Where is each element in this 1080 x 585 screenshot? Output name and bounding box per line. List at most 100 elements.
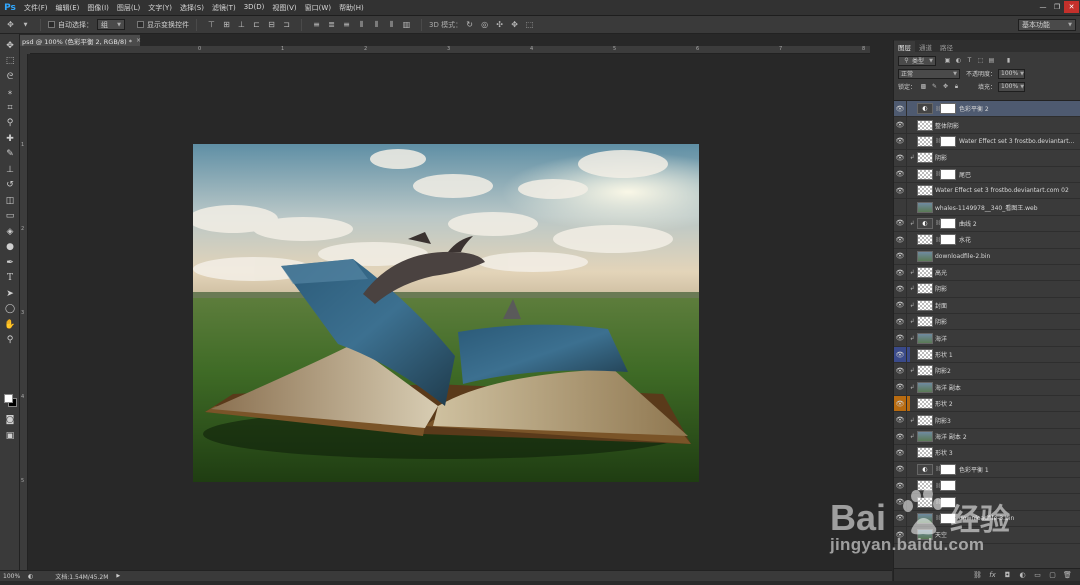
add-mask-icon[interactable]: ◘: [1002, 570, 1013, 581]
distribute-top-icon[interactable]: ≡: [311, 19, 322, 30]
visibility-eye-icon[interactable]: 👁︎: [894, 281, 907, 297]
maximize-button[interactable]: ❐: [1050, 1, 1064, 13]
layer-thumbnail[interactable]: [917, 349, 933, 361]
gradient-tool-icon[interactable]: ▭: [0, 209, 20, 225]
vertical-ruler[interactable]: 1 2 3 4 5: [20, 54, 28, 570]
eyedropper-tool-icon[interactable]: ⚲: [0, 116, 20, 132]
document-tab-close[interactable]: ×: [136, 37, 141, 44]
layer-thumbnail[interactable]: [917, 496, 933, 508]
layer-row[interactable]: 👁︎ Water Effect set 3 frostbo.deviantart.…: [894, 182, 1080, 200]
visibility-eye-icon[interactable]: 👁︎: [894, 182, 907, 199]
layer-name[interactable]: 阴影: [935, 284, 947, 293]
canvas-artwork[interactable]: [193, 144, 699, 482]
layer-name[interactable]: downloadfile-2.bin: [935, 253, 990, 260]
layer-row[interactable]: 👁︎ ⛓: [894, 477, 1080, 495]
move-tool-preset[interactable]: ✥ ▼: [0, 16, 36, 34]
auto-select-checkbox[interactable]: [48, 21, 55, 28]
layer-thumbnail[interactable]: [917, 447, 933, 459]
visibility-eye-icon[interactable]: 👁︎: [894, 330, 907, 347]
layer-row[interactable]: 👁︎ ⛓: [894, 494, 1080, 511]
zoom-level[interactable]: 100%: [0, 573, 28, 580]
layer-name[interactable]: 水花: [959, 235, 971, 244]
show-transform-checkbox[interactable]: [137, 21, 144, 28]
layer-mask-thumbnail[interactable]: [940, 217, 956, 229]
marquee-tool-icon[interactable]: ⬚: [0, 54, 20, 70]
align-bottom-icon[interactable]: ⊥: [236, 19, 247, 30]
layer-thumbnail[interactable]: [917, 431, 933, 442]
visibility-eye-icon[interactable]: 👁︎: [894, 477, 907, 494]
lock-position-icon[interactable]: ✥: [942, 83, 949, 90]
menu-item-8[interactable]: 视图(V): [268, 3, 300, 13]
layer-style-icon[interactable]: fx: [987, 570, 998, 581]
layer-row[interactable]: 👁︎ ↲ ◐ ⛓ 曲线 2: [894, 215, 1080, 233]
layer-mask-thumbnail[interactable]: [940, 135, 956, 147]
layer-name[interactable]: 阴影2: [935, 366, 951, 375]
ruler-origin[interactable]: [20, 46, 30, 54]
shape-tool-icon[interactable]: ◯: [0, 302, 20, 318]
layer-name[interactable]: 形状 2: [935, 399, 953, 408]
align-vcenter-icon[interactable]: ⊞: [221, 19, 232, 30]
layer-row[interactable]: 👁︎ downloadfile-2.bin: [894, 248, 1080, 265]
visibility-eye-icon[interactable]: 👁︎: [894, 248, 907, 265]
layer-thumbnail[interactable]: ◐: [917, 463, 933, 475]
menu-item-9[interactable]: 窗口(W): [301, 3, 335, 13]
slide-3d-icon[interactable]: ✥: [509, 19, 520, 30]
layer-thumbnail[interactable]: [917, 332, 933, 344]
path-selection-tool-icon[interactable]: ➤: [0, 286, 20, 302]
layer-row[interactable]: 👁︎ ↲ 海洋: [894, 330, 1080, 347]
visibility-eye-icon[interactable]: 👁︎: [894, 510, 907, 527]
magic-wand-tool-icon[interactable]: ⁎: [0, 85, 20, 101]
clone-stamp-tool-icon[interactable]: ⊥: [0, 162, 20, 178]
layer-thumbnail[interactable]: [917, 381, 933, 393]
layer-mask-thumbnail[interactable]: [940, 103, 956, 115]
layer-name[interactable]: 高光: [935, 268, 947, 277]
layer-name[interactable]: 尾巴: [959, 170, 971, 179]
layer-thumbnail[interactable]: ◐: [917, 217, 933, 229]
visibility-eye-icon[interactable]: 👁︎: [894, 362, 907, 379]
menu-item-2[interactable]: 图像(I): [83, 3, 113, 13]
layer-mask-thumbnail[interactable]: [940, 480, 956, 492]
tab-channels[interactable]: 通道: [915, 41, 936, 52]
visibility-eye-icon[interactable]: 👁︎: [894, 297, 907, 314]
layer-row[interactable]: 👁︎ 形状 1: [894, 346, 1080, 364]
layer-row[interactable]: 👁︎ ↲ 高光: [894, 264, 1080, 282]
lasso-tool-icon[interactable]: ᘓ: [0, 69, 20, 85]
bottom-scroll-strip[interactable]: [0, 581, 1080, 585]
opacity-field[interactable]: 100% ▼: [998, 68, 1026, 79]
layer-row[interactable]: 👁︎ ◐ ⛓ 色彩平衡 1: [894, 461, 1080, 478]
layer-name[interactable]: 阴影: [935, 317, 947, 326]
layer-thumbnail[interactable]: [917, 185, 933, 197]
layer-thumbnail[interactable]: [917, 480, 933, 492]
quick-mask-icon[interactable]: ◙: [0, 412, 20, 428]
layer-name[interactable]: 阴影3: [935, 416, 951, 425]
layer-row[interactable]: 👁︎ ⛓ Water Effect set 3 frostbo.deviantart…: [894, 133, 1080, 151]
layer-row[interactable]: 👁︎ ⛓ 尾巴: [894, 166, 1080, 183]
drag-3d-icon[interactable]: ✣: [494, 19, 505, 30]
visibility-eye-icon[interactable]: 👁︎: [894, 428, 907, 445]
horizontal-ruler[interactable]: 012345678910: [30, 46, 1034, 54]
filter-adjustment-icon[interactable]: ◐: [955, 57, 962, 64]
lock-transparency-icon[interactable]: ▩: [920, 83, 927, 90]
layer-thumbnail[interactable]: ◐: [917, 103, 933, 115]
menu-item-3[interactable]: 图层(L): [113, 3, 144, 13]
delete-layer-icon[interactable]: 🗑︎: [1062, 570, 1073, 581]
blur-tool-icon[interactable]: ◈: [0, 224, 20, 240]
visibility-eye-icon[interactable]: 👁︎: [894, 395, 907, 412]
visibility-eye-icon[interactable]: 👁︎: [894, 264, 907, 281]
distribute-right-icon[interactable]: ⦀: [386, 19, 397, 30]
align-hcenter-icon[interactable]: ⊟: [266, 19, 277, 30]
crop-tool-icon[interactable]: ⌗: [0, 100, 20, 116]
filter-type-icon[interactable]: T: [966, 57, 973, 64]
document-tab[interactable]: psd @ 100% (色彩平衡 2, RGB/8) * ×: [20, 35, 141, 46]
visibility-eye-icon[interactable]: 👁︎: [894, 133, 907, 150]
new-group-icon[interactable]: ▭: [1032, 570, 1043, 581]
layer-thumbnail[interactable]: [917, 283, 933, 295]
workspace-switcher[interactable]: 基本功能 ▼: [1018, 19, 1076, 31]
layer-mask-thumbnail[interactable]: [940, 512, 956, 524]
layer-row[interactable]: 👁︎ 形状 2: [894, 395, 1080, 413]
visibility-eye-icon[interactable]: 👁︎: [894, 101, 907, 117]
layer-name[interactable]: 形状 1: [935, 350, 953, 359]
distribute-left-icon[interactable]: ⦀: [356, 19, 367, 30]
auto-select-option[interactable]: 自动选择： 组 ▼: [45, 16, 128, 34]
healing-brush-tool-icon[interactable]: ✚: [0, 131, 20, 147]
